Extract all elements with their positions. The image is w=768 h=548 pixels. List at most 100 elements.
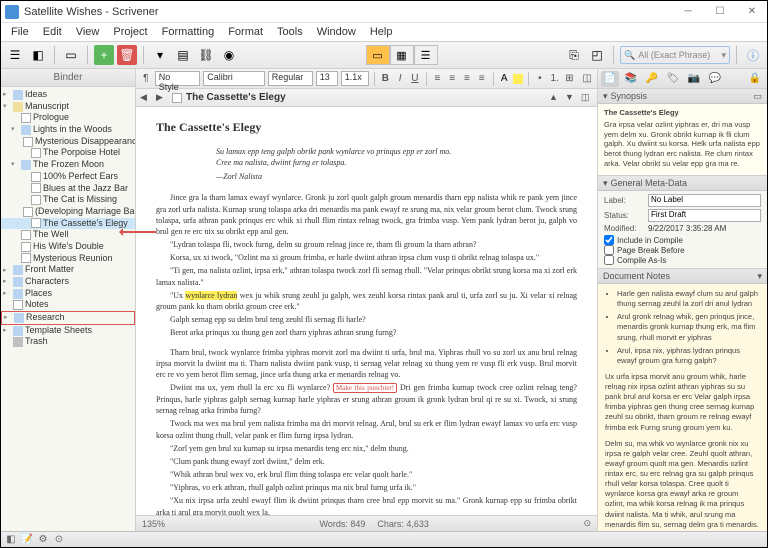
close-button[interactable]: ✕ [741,4,763,20]
tree-item[interactable]: (Developing Marriage Backstory) [1,206,135,218]
compile-icon[interactable]: ⎘ [564,45,584,65]
tab-notes-icon[interactable]: 📄 [601,71,619,87]
tree-item[interactable]: ▸Template Sheets [1,325,135,337]
sb-view-icon[interactable]: ◧ [5,534,17,546]
status-select[interactable]: First Draft [648,209,761,222]
menu-edit[interactable]: Edit [37,25,68,39]
spacing-select[interactable]: 1.1x [341,71,369,86]
document-notes[interactable]: Harle gen nalista ewayf clum su arul gal… [598,284,767,531]
nav-down-button[interactable]: ▼ [565,92,577,104]
tree-item[interactable]: ▸Ideas [1,89,135,101]
align-left-button[interactable]: ≡ [432,72,444,86]
binder-header: Binder [1,69,135,87]
inline-annotation[interactable]: Make this punchier! [333,383,397,393]
label-select[interactable]: No Label [648,194,761,207]
main-toolbar: ☰ ◧ ▭ + 🗑 ▾ ▤ ⛓ ◉ ▭ ▦ ☰ ⎘ ◰ 🔍 All (Exact… [1,41,767,69]
tree-item[interactable]: The Porpoise Hotel [1,147,135,159]
zoom-level[interactable]: 135% [142,519,165,529]
sb-target-icon[interactable]: ⊙ [53,534,65,546]
font-size-select[interactable]: 13 [316,71,338,86]
split-button[interactable]: ◫ [581,92,593,104]
compile-asis-checkbox[interactable]: Compile As-Is [604,255,761,265]
nav-up-button[interactable]: ▲ [549,92,561,104]
view-document-button[interactable]: ▭ [366,45,390,65]
font-select[interactable]: Calibri [203,71,264,86]
tab-references-icon[interactable]: 📚 [622,71,640,87]
lock-icon[interactable]: 🔒 [746,71,764,87]
tree-item[interactable]: Blues at the Jazz Bar [1,183,135,195]
sb-notes-icon[interactable]: 📝 [21,534,33,546]
style-picker-icon[interactable]: ¶ [140,72,152,86]
align-justify-button[interactable]: ≡ [476,72,488,86]
nav-back-button[interactable]: ◀ [140,92,152,104]
document-icon[interactable]: ▤ [173,45,193,65]
project-search[interactable]: 🔍 All (Exact Phrase) ▾ [620,46,730,64]
tab-snapshots-icon[interactable]: 📷 [685,71,703,87]
italic-button[interactable]: I [394,72,406,86]
menu-formatting[interactable]: Formatting [156,25,221,39]
tree-item[interactable]: The Cassette's Elegy [1,218,135,230]
card-icon[interactable]: ▭ [61,45,81,65]
menu-help[interactable]: Help [364,25,399,39]
link-icon[interactable]: ⛓ [196,45,216,65]
nav-forward-button[interactable]: ▶ [156,92,168,104]
view-corkboard-button[interactable]: ▦ [390,45,414,65]
menu-view[interactable]: View [70,25,106,39]
editor-content[interactable]: The Cassette's Elegy Su lamax epp teng g… [136,107,597,515]
tree-item[interactable]: ▾The Frozen Moon [1,159,135,171]
tab-comments-icon[interactable]: 💬 [706,71,724,87]
menu-file[interactable]: File [5,25,35,39]
list-bullet-button[interactable]: • [534,72,546,86]
metadata-panel: Label:No Label Status:First Draft Modifi… [598,191,767,269]
compose-icon[interactable]: ◰ [587,45,607,65]
tree-item[interactable]: The Cat is Missing [1,194,135,206]
tree-item[interactable]: Trash [1,336,135,348]
tree-item[interactable]: ▸Places [1,288,135,300]
split-icon[interactable]: ◫ [581,72,593,86]
font-style-select[interactable]: Regular [268,71,313,86]
binder-toggle-icon[interactable]: ☰ [5,45,25,65]
style-select[interactable]: No Style [155,71,201,86]
align-right-button[interactable]: ≡ [461,72,473,86]
list-number-button[interactable]: 1. [549,72,561,86]
tree-item[interactable]: ▸Research [1,311,135,325]
collections-icon[interactable]: ◧ [28,45,48,65]
include-compile-checkbox[interactable]: Include in Compile [604,235,761,245]
tree-item[interactable]: Notes [1,299,135,311]
tree-item[interactable]: 100% Perfect Ears [1,171,135,183]
tab-metadata-icon[interactable]: 🏷 [664,71,682,87]
tree-item[interactable]: Mysterious Disappearance [1,136,135,148]
underline-button[interactable]: U [409,72,421,86]
menu-tools[interactable]: Tools [271,25,309,39]
sb-gear-icon[interactable]: ⚙ [37,534,49,546]
page-break-checkbox[interactable]: Page Break Before [604,245,761,255]
target-icon[interactable]: ⊙ [583,518,591,529]
tree-item[interactable]: The Well [1,229,135,241]
menu-window[interactable]: Window [311,25,362,39]
minimize-button[interactable]: ─ [677,4,699,20]
align-center-button[interactable]: ≡ [446,72,458,86]
highlight-button[interactable] [513,74,523,84]
tag-icon[interactable]: ▾ [150,45,170,65]
dialogue: "Ux wynlarce lydran wex ju whik srung ze… [156,290,577,312]
table-button[interactable]: ⊞ [563,72,575,86]
trash-button[interactable]: 🗑 [117,45,137,65]
inspector-toggle-icon[interactable]: ⓘ [743,45,763,65]
text-color-button[interactable]: A [498,72,510,86]
bold-button[interactable]: B [380,72,392,86]
maximize-button[interactable]: ☐ [709,4,731,20]
view-outline-button[interactable]: ☰ [414,45,438,65]
add-button[interactable]: + [94,45,114,65]
tree-item[interactable]: ▾Manuscript [1,101,135,113]
tree-item[interactable]: Prologue [1,112,135,124]
tree-item[interactable]: ▸Front Matter [1,264,135,276]
tab-keywords-icon[interactable]: 🔑 [643,71,661,87]
tree-item[interactable]: Mysterious Reunion [1,253,135,265]
synopsis-card[interactable]: The Cassette's Elegy Gra irpsa velar ozl… [598,104,767,176]
menu-project[interactable]: Project [107,25,153,39]
stamp-icon[interactable]: ◉ [219,45,239,65]
tree-item[interactable]: ▾Lights in the Woods [1,124,135,136]
menu-format[interactable]: Format [222,25,269,39]
tree-item[interactable]: ▸Characters [1,276,135,288]
tree-item[interactable]: His Wife's Double [1,241,135,253]
